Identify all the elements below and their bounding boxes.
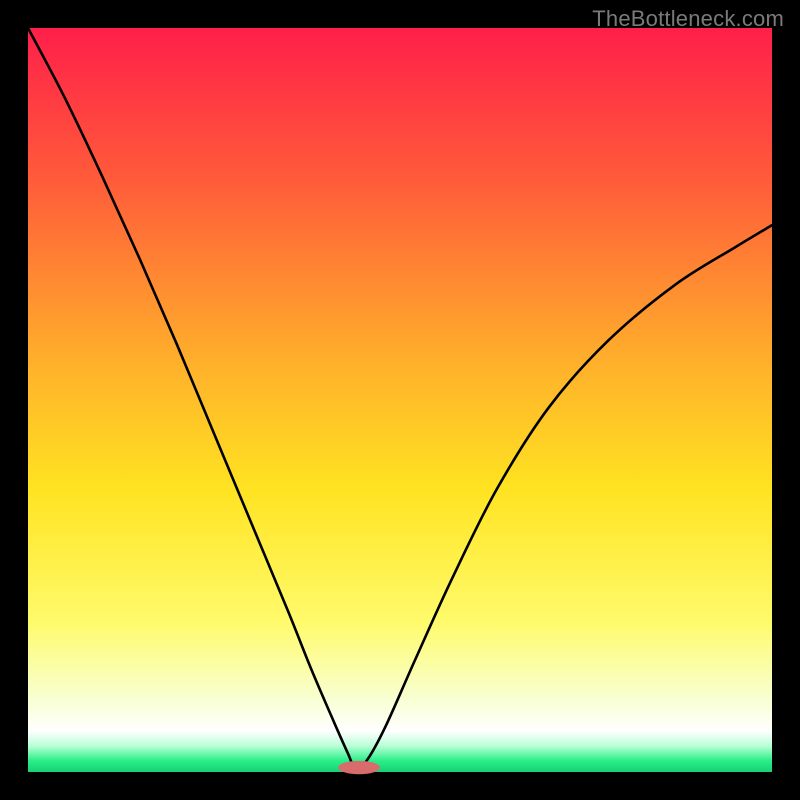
bottleneck-plot [0,0,800,800]
plot-background [28,28,772,772]
chart-frame: TheBottleneck.com [0,0,800,800]
watermark-text: TheBottleneck.com [592,6,784,32]
minimum-marker [338,761,380,774]
